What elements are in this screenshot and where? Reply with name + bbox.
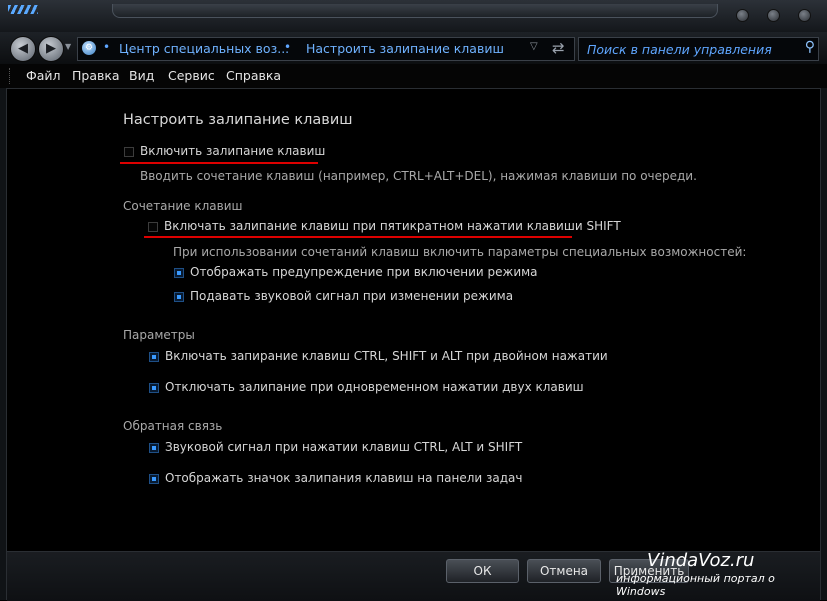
forward-button[interactable]: ▶ (38, 36, 64, 62)
checkbox-taskbar-icon[interactable] (149, 474, 159, 484)
address-row: ◀ ▶ ▼ ⚙ • Центр специальных воз... • Нас… (0, 32, 827, 64)
back-button[interactable]: ◀ (10, 36, 36, 62)
menu-edit[interactable]: Правка (72, 68, 120, 83)
watermark-site: VindaVoz.ru (647, 550, 755, 571)
label-taskbar-icon[interactable]: Отображать значок залипания клавиш на па… (165, 471, 522, 485)
search-input[interactable] (585, 40, 789, 58)
menu-file[interactable]: Файл (26, 68, 61, 83)
checkbox-lock-modifier-keys[interactable] (149, 352, 159, 362)
search-box[interactable]: ⚲ (578, 37, 819, 61)
description-sticky-keys: Вводить сочетание клавиш (например, CTRL… (140, 169, 697, 183)
checkbox-shift-five-times[interactable] (148, 222, 158, 232)
section-heading-feedback: Обратная связь (123, 419, 223, 433)
menu-view[interactable]: Вид (129, 68, 154, 83)
breadcrumb[interactable]: ⚙ • Центр специальных воз... • Настроить… (77, 37, 575, 61)
label-sound-on-keypress[interactable]: Звуковой сигнал при нажатии клавиш CTRL,… (165, 440, 522, 454)
label-shift-five-times[interactable]: Включать залипание клавиш при пятикратно… (164, 219, 621, 233)
watermark-tagline: информационный портал о Windows (616, 572, 775, 598)
window-logo-icon (8, 5, 38, 14)
maximize-button[interactable] (767, 9, 780, 22)
menu-grip (9, 68, 12, 84)
control-panel-icon: ⚙ (82, 41, 96, 55)
label-sound-on-change[interactable]: Подавать звуковой сигнал при изменении р… (190, 289, 513, 303)
address-dropdown-icon[interactable]: ▽ (530, 41, 538, 52)
window-frame-left (0, 88, 7, 600)
title-strip (112, 4, 718, 18)
search-icon[interactable]: ⚲ (805, 39, 815, 55)
shortcut-subtext: При использовании сочетаний клавиш включ… (173, 245, 747, 259)
window-frame-right (820, 88, 827, 600)
label-lock-modifier-keys[interactable]: Включать запирание клавиш CTRL, SHIFT и … (165, 349, 608, 363)
minimize-button[interactable] (736, 9, 749, 22)
checkbox-sound-on-keypress[interactable] (149, 443, 159, 453)
breadcrumb-item-current[interactable]: Настроить залипание клавиш (306, 41, 504, 56)
refresh-icon[interactable]: ⇄ (552, 39, 565, 57)
history-dropdown-icon[interactable]: ▼ (65, 42, 71, 51)
section-heading-parameters: Параметры (123, 328, 195, 342)
window-title-bar (0, 0, 827, 32)
red-underline (144, 236, 572, 238)
menu-help[interactable]: Справка (226, 68, 281, 83)
menu-bar: Файл Правка Вид Сервис Справка (0, 64, 827, 89)
checkbox-show-warning[interactable] (174, 268, 184, 278)
ok-button[interactable]: ОК (446, 559, 519, 583)
page-title: Настроить залипание клавиш (123, 112, 353, 128)
checkbox-turn-off-two-keys[interactable] (149, 383, 159, 393)
label-enable-sticky-keys[interactable]: Включить залипание клавиш (140, 144, 325, 158)
label-turn-off-two-keys[interactable]: Отключать залипание при одновременном на… (165, 380, 584, 394)
checkbox-enable-sticky-keys[interactable] (124, 147, 134, 157)
breadcrumb-separator-icon: • (284, 40, 292, 54)
breadcrumb-separator-icon: • (103, 40, 111, 54)
section-heading-shortcut: Сочетание клавиш (123, 199, 243, 213)
menu-tools[interactable]: Сервис (168, 68, 215, 83)
cancel-button[interactable]: Отмена (527, 559, 601, 583)
breadcrumb-item-accessibility[interactable]: Центр специальных воз... (119, 41, 289, 56)
checkbox-sound-on-change[interactable] (174, 292, 184, 302)
label-show-warning[interactable]: Отображать предупреждение при включении … (190, 265, 538, 279)
red-underline (120, 162, 318, 164)
close-button[interactable] (798, 9, 811, 22)
